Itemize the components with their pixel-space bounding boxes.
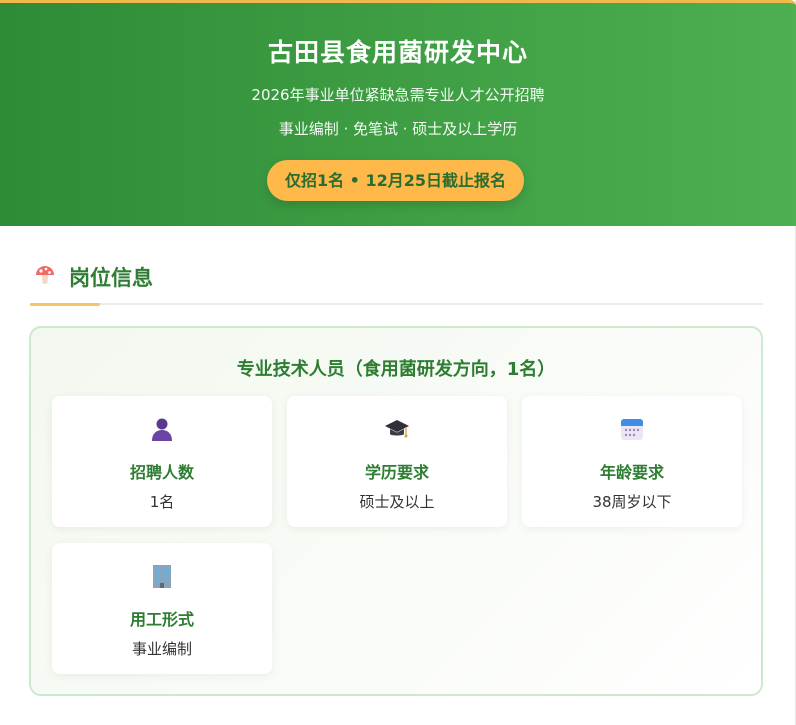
section-divider-accent xyxy=(30,303,100,306)
card-value: 1名 xyxy=(149,493,175,511)
card-value: 事业编制 xyxy=(131,640,192,658)
graduation-cap-icon xyxy=(385,420,409,438)
card-value: 硕士及以上 xyxy=(359,493,435,511)
calendar-icon xyxy=(621,419,643,440)
hero-banner: 古田县食用菌研发中心 2026年事业单位紧缺急需专业人才公开招聘 事业编制 · … xyxy=(0,0,796,226)
person-icon xyxy=(152,418,172,441)
card-value: 38周岁以下 xyxy=(592,493,672,511)
page-title: 古田县食用菌研发中心 xyxy=(267,38,528,67)
page: 古田县食用菌研发中心 2026年事业单位紧缺急需专业人才公开招聘 事业编制 · … xyxy=(0,0,796,725)
deadline-badge-button[interactable]: 仅招1名 • 12月25日截止报名 xyxy=(267,160,524,201)
card-label: 年龄要求 xyxy=(599,463,664,482)
section-title: 岗位信息 xyxy=(69,266,153,290)
mushroom-icon xyxy=(36,266,54,284)
card-label: 学历要求 xyxy=(364,463,429,482)
info-card-headcount: 招聘人数 1名 xyxy=(52,396,272,527)
info-card-age: 年龄要求 38周岁以下 xyxy=(522,396,742,527)
highlight-tags: 事业编制 · 免笔试 · 硕士及以上学历 xyxy=(278,120,518,138)
position-title: 专业技术人员（食用菌研发方向，1名） xyxy=(236,359,556,380)
card-label: 用工形式 xyxy=(129,610,194,629)
section-divider xyxy=(30,303,763,305)
card-label: 招聘人数 xyxy=(129,463,194,482)
section-header: 岗位信息 xyxy=(30,260,763,306)
position-panel: 专业技术人员（食用菌研发方向，1名） 招聘人数 1名 学历要求 硕士及以上 年龄… xyxy=(29,326,763,696)
office-building-icon xyxy=(153,565,171,588)
info-card-employment-type: 用工形式 事业编制 xyxy=(52,543,272,674)
info-card-education: 学历要求 硕士及以上 xyxy=(287,396,507,527)
recruitment-subtitle: 2026年事业单位紧缺急需专业人才公开招聘 xyxy=(251,86,545,104)
